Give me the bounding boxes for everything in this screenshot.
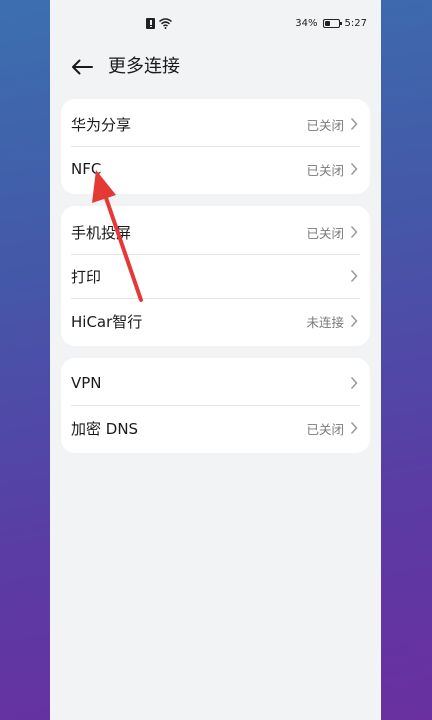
settings-item-encrypted-dns[interactable]: 加密 DNS 已关闭 — [61, 406, 370, 450]
settings-item-screen-projection[interactable]: 手机投屏 已关闭 — [61, 210, 370, 254]
settings-item-label: VPN — [71, 374, 102, 392]
settings-item-status: 未连接 — [306, 314, 344, 330]
settings-item-label: 打印 — [71, 267, 102, 286]
chevron-right-icon — [350, 117, 358, 131]
chevron-right-icon — [350, 162, 358, 176]
settings-item-status: 已关闭 — [306, 421, 344, 437]
settings-item-label: NFC — [71, 160, 102, 178]
chevron-right-icon — [350, 269, 358, 283]
settings-item-status: 已关闭 — [306, 162, 344, 178]
phone-screen: 34% 5:27 更多连接 华为分享 已关闭 NFC 已关闭 手机投屏 已关闭 … — [50, 0, 381, 720]
battery-icon — [322, 18, 342, 28]
chevron-right-icon — [350, 225, 358, 239]
header: 更多连接 — [50, 50, 381, 84]
status-icons-center — [146, 16, 172, 30]
chevron-right-icon — [350, 314, 358, 328]
settings-item-print[interactable]: 打印 — [61, 254, 370, 298]
wifi-icon — [159, 17, 172, 29]
settings-item-huawei-share[interactable]: 华为分享 已关闭 — [61, 102, 370, 146]
page-title: 更多连接 — [108, 56, 180, 77]
settings-item-label: 加密 DNS — [71, 419, 139, 438]
settings-item-hicar[interactable]: HiCar智行 未连接 — [61, 299, 370, 343]
chevron-right-icon — [350, 421, 358, 435]
settings-group-devices: 手机投屏 已关闭 打印 HiCar智行 未连接 — [61, 206, 370, 346]
settings-item-status: 已关闭 — [306, 225, 344, 241]
back-button[interactable] — [70, 55, 94, 79]
battery-level-fill — [324, 20, 330, 26]
clock: 5:27 — [344, 17, 367, 29]
settings-item-vpn[interactable]: VPN — [61, 361, 370, 405]
alert-icon — [146, 17, 155, 29]
settings-item-label: 华为分享 — [71, 115, 132, 134]
status-icons-right: 34% 5:27 — [295, 16, 367, 30]
settings-group-network: VPN 加密 DNS 已关闭 — [61, 358, 370, 453]
battery-percent: 34% — [295, 17, 318, 29]
settings-group-sharing: 华为分享 已关闭 NFC 已关闭 — [61, 99, 370, 194]
settings-item-label: HiCar智行 — [71, 312, 143, 331]
settings-item-nfc[interactable]: NFC 已关闭 — [61, 147, 370, 191]
back-arrow-icon — [72, 59, 93, 75]
settings-item-label: 手机投屏 — [71, 223, 132, 242]
settings-item-status: 已关闭 — [306, 117, 344, 133]
status-bar: 34% 5:27 — [50, 0, 381, 46]
chevron-right-icon — [350, 376, 358, 390]
